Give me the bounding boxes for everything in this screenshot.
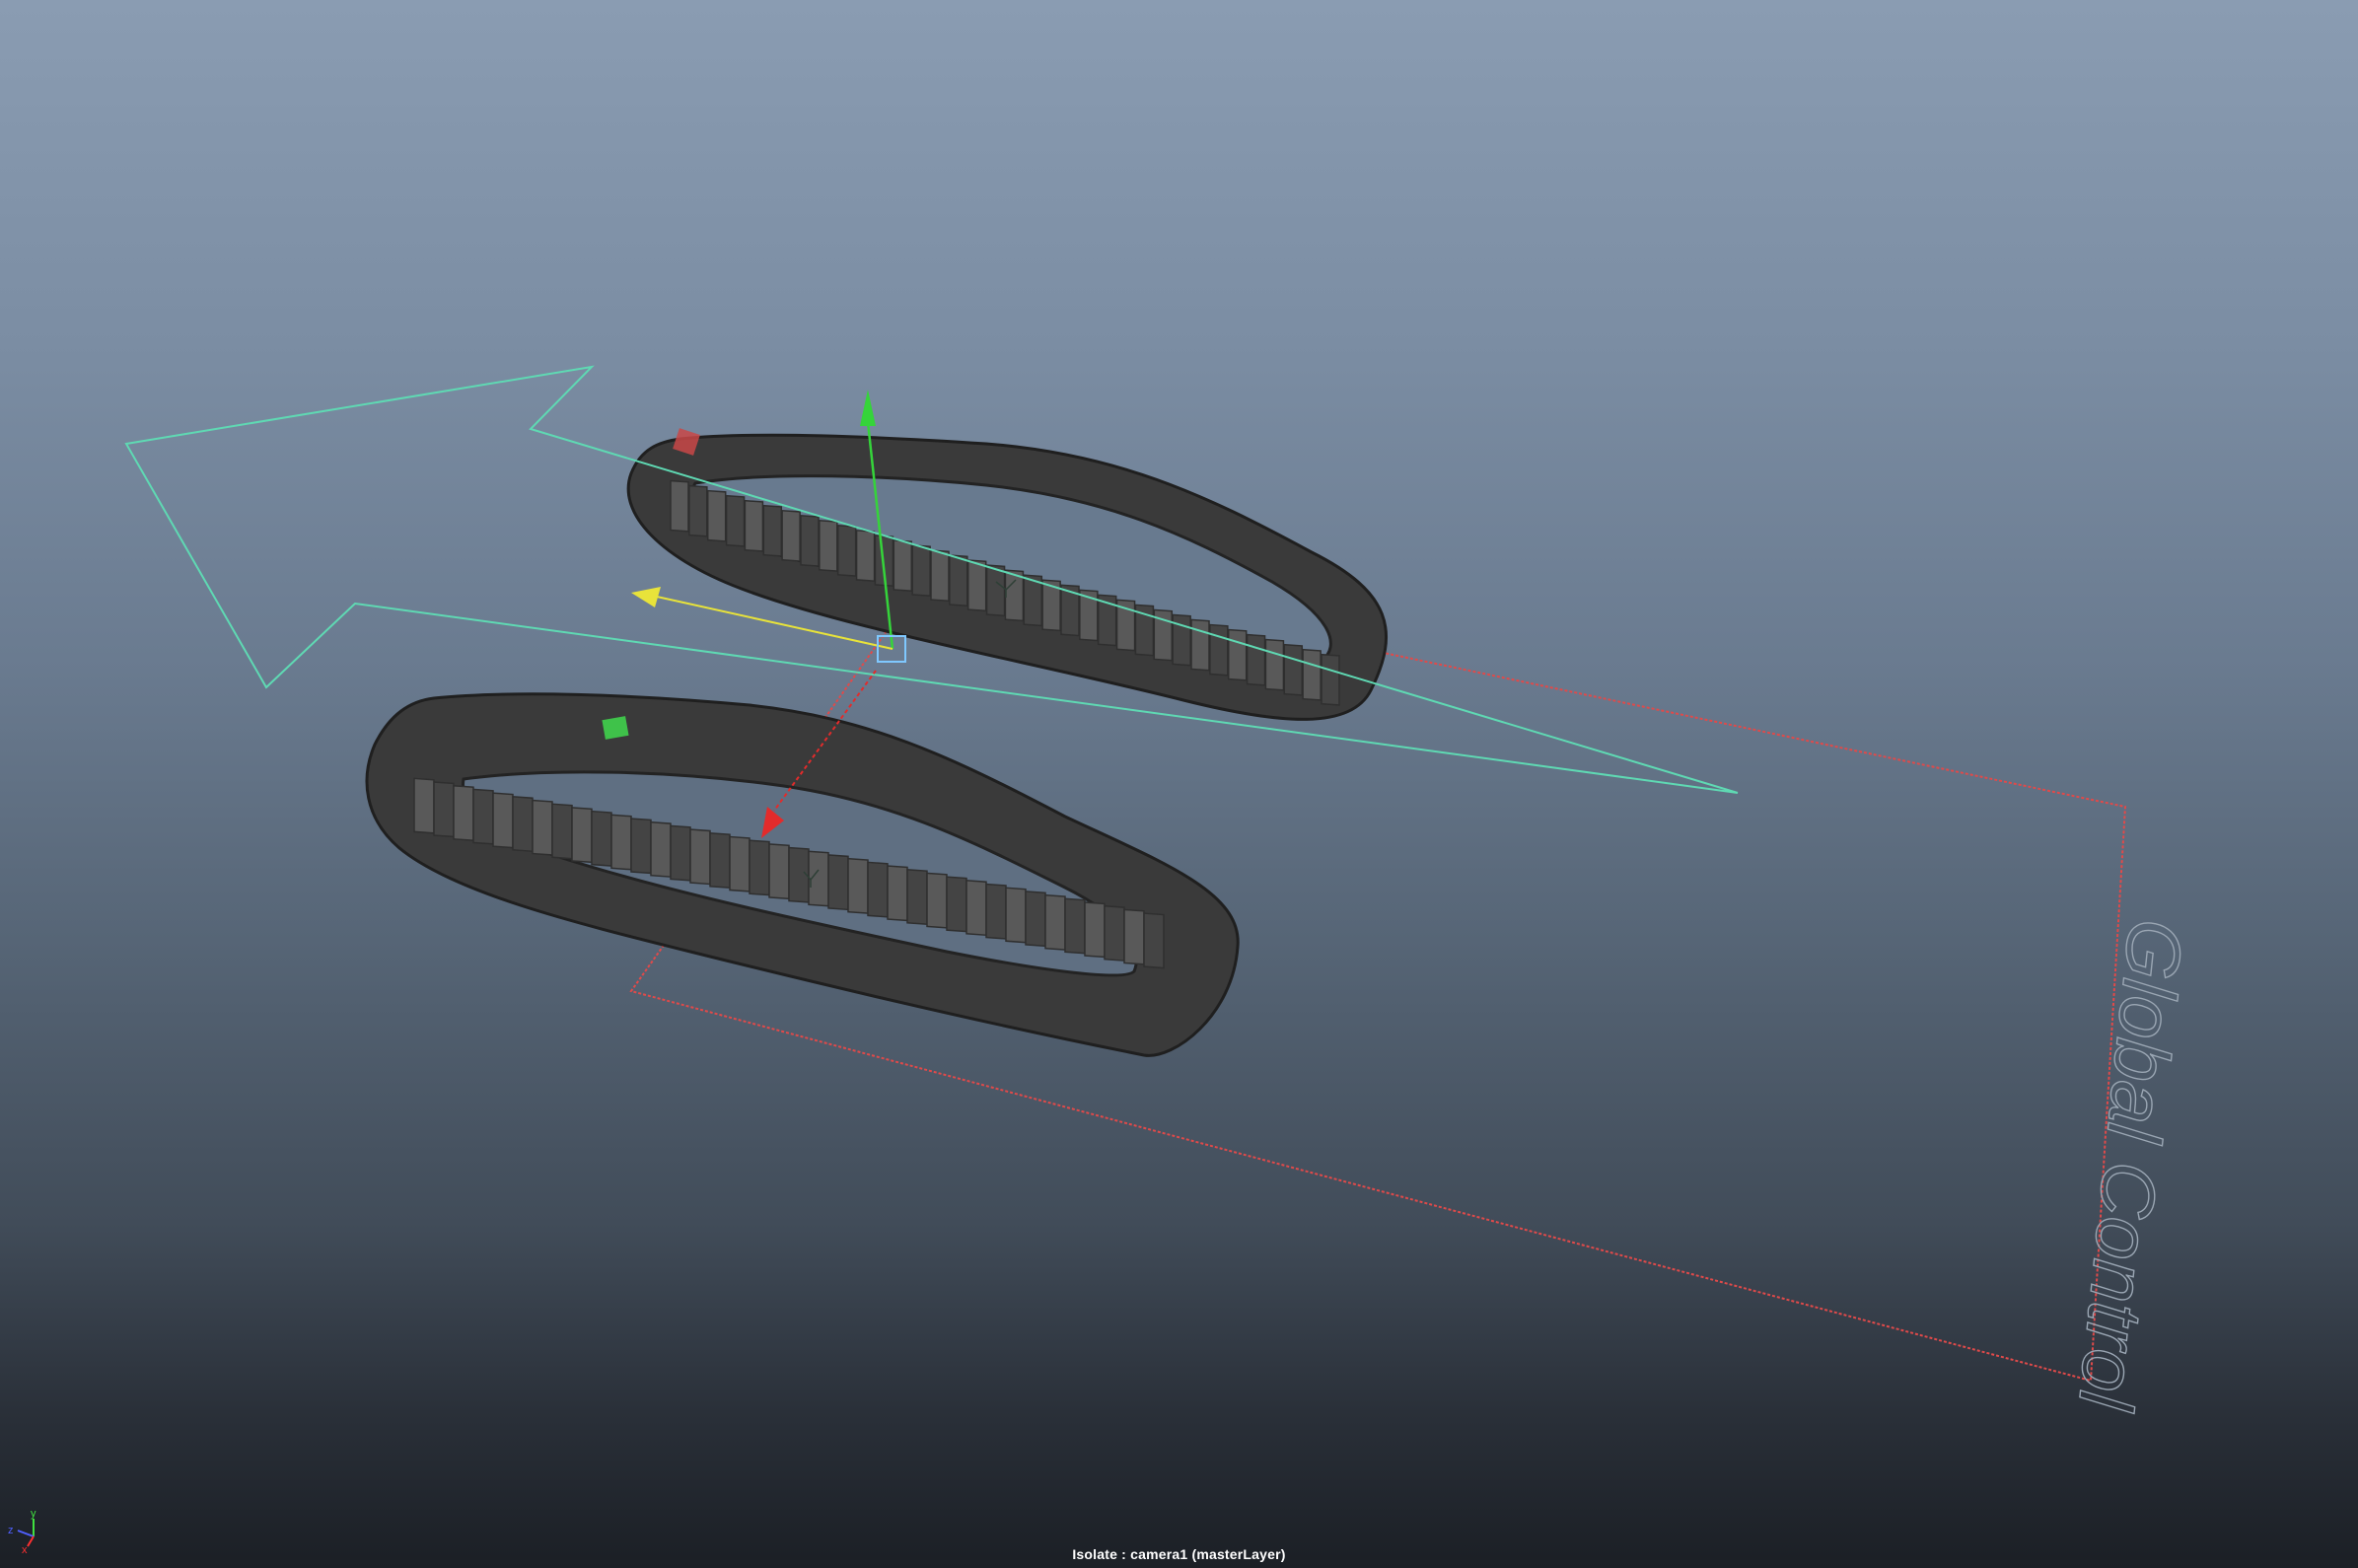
tread-link [985, 883, 1007, 940]
tread-link [1283, 643, 1304, 696]
tread-link [1264, 638, 1285, 691]
tread-link [413, 777, 435, 834]
tread-link [867, 861, 889, 918]
view-axis-y-label: y [31, 1508, 36, 1520]
tread-link [930, 549, 950, 603]
tread-link [893, 539, 913, 593]
tread-link [749, 839, 770, 896]
tread-link [1104, 904, 1125, 962]
tread-link [689, 828, 711, 886]
tread-link [762, 504, 783, 557]
tread-link [1044, 893, 1066, 951]
left-track[interactable] [365, 692, 1240, 1057]
tread-link [1004, 569, 1025, 622]
tread-link [847, 857, 869, 914]
tread-link [1123, 908, 1145, 965]
isolate-hud-label: Isolate : camera1 (masterLayer) [1072, 1546, 1286, 1562]
tread-link [650, 820, 672, 878]
tread-link [1190, 618, 1210, 672]
tread-link [768, 843, 790, 900]
right-track[interactable] [626, 428, 1389, 721]
tread-link [827, 854, 849, 911]
tread-link [819, 520, 838, 572]
tread-link [472, 788, 494, 845]
z-axis-arrow-icon[interactable] [631, 587, 661, 607]
tread-link [1143, 912, 1165, 969]
tread-link [571, 807, 593, 864]
tread-link [800, 514, 820, 567]
3d-viewport[interactable]: Global Control y z x Isolate: camera1 (… [0, 0, 2358, 1568]
tread-link [1005, 887, 1027, 944]
view-axis-x [27, 1535, 35, 1547]
tread-link [836, 525, 857, 577]
tread-link [911, 544, 931, 598]
tread-link [492, 792, 514, 849]
tread-link [1302, 648, 1322, 701]
tread-link [1064, 897, 1086, 955]
tread-link [1209, 623, 1229, 677]
tread-link [985, 564, 1006, 617]
track-handle-green[interactable] [602, 716, 629, 740]
tread-link [965, 880, 987, 937]
tread-link [551, 803, 573, 860]
tread-link [725, 494, 746, 547]
tread-link [591, 810, 612, 867]
tread-link [532, 799, 553, 856]
tread-link [855, 530, 876, 582]
tread-link [630, 818, 652, 875]
tread-link [688, 484, 708, 537]
global-control-label: Global Control [2062, 915, 2200, 1416]
tread-link [926, 872, 948, 929]
tread-link [946, 876, 967, 933]
tread-link [1246, 633, 1266, 686]
tread-link [433, 781, 455, 838]
tread-link [1084, 901, 1106, 959]
tread-link [706, 489, 727, 542]
tread-link [781, 509, 801, 562]
view-axis-z-label: z [8, 1525, 14, 1536]
tread-link [1321, 653, 1340, 706]
viewport-canvas[interactable]: Global Control y z x [0, 0, 2358, 1568]
tread-link [906, 868, 928, 925]
tread-link [729, 835, 750, 892]
tread-link [670, 479, 689, 533]
tread-link [887, 865, 908, 922]
tread-link [709, 832, 731, 890]
tread-link [966, 559, 987, 612]
tread-link [610, 814, 632, 871]
tread-link [453, 784, 474, 841]
tread-link [670, 824, 691, 882]
tread-link [744, 499, 764, 552]
view-axis-z [17, 1530, 35, 1537]
tread-link [512, 796, 534, 853]
tread-link [1227, 628, 1248, 681]
tread-link [1025, 891, 1046, 948]
y-axis-arrow-icon[interactable] [860, 390, 876, 426]
tread-link [949, 554, 968, 607]
